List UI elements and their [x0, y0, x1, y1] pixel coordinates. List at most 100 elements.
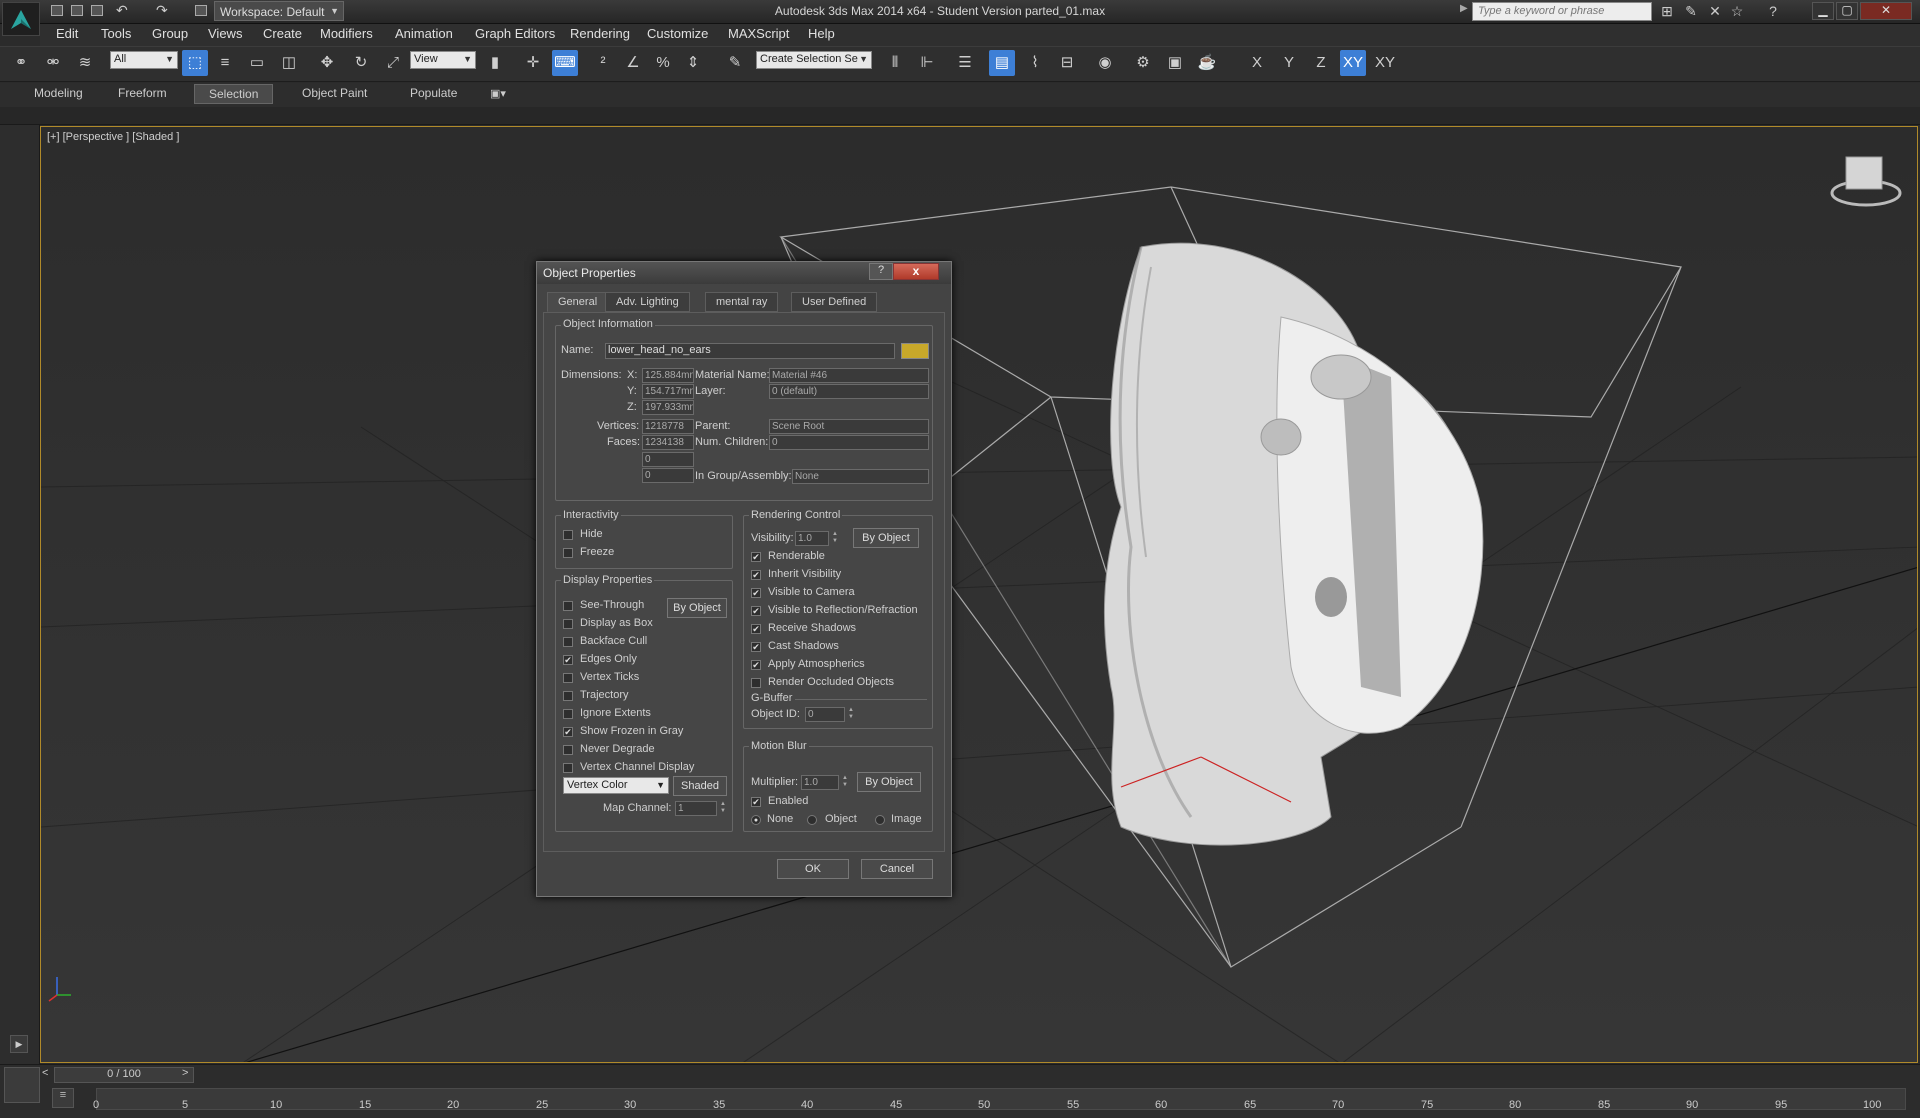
render-by-object-button[interactable]: By Object — [853, 528, 919, 548]
workspace-dropdown[interactable]: Workspace: Default ▼ — [214, 1, 344, 21]
curve-editor-icon[interactable]: ⌇ — [1022, 50, 1048, 76]
map-channel-spinner-icon[interactable]: ▲ ▼ — [719, 801, 727, 816]
pivot-center-icon[interactable]: ▮ — [482, 50, 508, 76]
hide-checkbox[interactable] — [563, 530, 573, 540]
visibility-spinner-icon[interactable]: ▲ ▼ — [831, 531, 839, 546]
keyboard-shortcut-override-icon[interactable]: ⌨ — [552, 50, 578, 76]
tab-adv-lighting[interactable]: Adv. Lighting — [605, 292, 690, 312]
menu-create[interactable]: Create — [263, 26, 302, 41]
scene-explorer-icon[interactable]: ▤ — [989, 50, 1015, 76]
menu-help[interactable]: Help — [808, 26, 835, 41]
name-field[interactable]: lower_head_no_ears — [605, 343, 895, 359]
track-bar[interactable]: 0 5 10 15 20 25 30 35 40 45 50 55 60 65 70 75 80 85 90 95 10… — [93, 1088, 1906, 1111]
cancel-button[interactable]: Cancel — [861, 859, 933, 879]
unlink-icon[interactable]: ⚮ — [40, 50, 66, 76]
search-input[interactable]: Type a keyword or phrase — [1472, 2, 1652, 21]
menu-customize[interactable]: Customize — [647, 26, 708, 41]
object-color-swatch[interactable] — [901, 343, 929, 359]
dialog-help-button[interactable]: ? — [869, 263, 893, 280]
named-selection-dropdown[interactable]: Create Selection Se ▼ — [756, 51, 872, 69]
collapse-arrow-icon[interactable]: ▶ — [1460, 3, 1468, 14]
project-folder-icon[interactable] — [192, 2, 210, 20]
tab-user-defined[interactable]: User Defined — [791, 292, 878, 312]
checkbox[interactable] — [563, 601, 573, 611]
motion-blur-enabled-checkbox[interactable]: ✔ — [751, 797, 761, 807]
close-window-button[interactable]: ✕ — [1860, 2, 1912, 20]
redo-icon[interactable]: ↷ — [156, 2, 174, 20]
app-logo-button[interactable] — [2, 2, 40, 36]
select-object-icon[interactable]: ⬚ — [182, 50, 208, 76]
freeze-checkbox[interactable] — [563, 548, 573, 558]
ribbon-options-icon[interactable]: ▣▾ — [490, 87, 506, 100]
multiplier-spinner-icon[interactable]: ▲ ▼ — [841, 775, 849, 790]
menu-edit[interactable]: Edit — [56, 26, 78, 41]
menu-graph-editors[interactable]: Graph Editors — [475, 26, 555, 41]
object-id-spinner-icon[interactable]: ▲ ▼ — [847, 707, 855, 722]
tab-populate[interactable]: Populate — [396, 84, 471, 104]
checkbox[interactable]: ✔ — [751, 552, 761, 562]
checkbox[interactable] — [563, 691, 573, 701]
scale-icon[interactable]: ⤢ — [380, 50, 406, 76]
motion-blur-by-object-button[interactable]: By Object — [857, 772, 921, 792]
menu-modifiers[interactable]: Modifiers — [320, 26, 373, 41]
prev-frame-icon[interactable]: < — [42, 1067, 48, 1079]
tab-mental-ray[interactable]: mental ray — [705, 292, 779, 312]
menu-views[interactable]: Views — [208, 26, 242, 41]
map-channel-field[interactable]: 1 — [675, 801, 717, 816]
mini-listener-icon[interactable] — [4, 1067, 40, 1103]
wrench-icon[interactable]: ✎ — [1682, 3, 1700, 21]
new-file-icon[interactable] — [48, 2, 66, 20]
checkbox[interactable] — [751, 678, 761, 688]
checkbox[interactable]: ✔ — [751, 588, 761, 598]
checkbox[interactable]: ✔ — [751, 606, 761, 616]
tab-selection[interactable]: Selection — [194, 84, 274, 104]
checkbox[interactable]: ✔ — [751, 642, 761, 652]
mirror-icon[interactable]: ⫴ — [882, 50, 908, 76]
select-manipulate-icon[interactable]: ✛ — [520, 50, 546, 76]
display-by-object-button[interactable]: By Object — [667, 598, 727, 618]
link-icon[interactable]: ⚭ — [8, 50, 34, 76]
axis-constraint-xy-button[interactable]: XY — [1372, 50, 1398, 76]
checkbox[interactable] — [563, 763, 573, 773]
checkbox[interactable]: ✔ — [751, 624, 761, 634]
time-slider[interactable]: 0 / 100 — [54, 1067, 194, 1083]
axis-xy-button[interactable]: XY — [1340, 50, 1366, 76]
ok-button[interactable]: OK — [777, 859, 849, 879]
angle-snap-icon[interactable]: ∠ — [620, 50, 646, 76]
move-icon[interactable]: ✥ — [314, 50, 340, 76]
undo-icon[interactable]: ↶ — [116, 2, 134, 20]
minimize-button[interactable]: ▁ — [1812, 2, 1834, 20]
open-file-icon[interactable] — [68, 2, 86, 20]
tab-freeform[interactable]: Freeform — [104, 84, 181, 104]
tab-object-paint[interactable]: Object Paint — [288, 84, 381, 104]
render-production-icon[interactable]: ☕ — [1194, 50, 1220, 76]
shaded-button[interactable]: Shaded — [673, 776, 727, 796]
axis-y-button[interactable]: Y — [1276, 50, 1302, 76]
menu-animation[interactable]: Animation — [395, 26, 453, 41]
checkbox[interactable]: ✔ — [751, 570, 761, 580]
maximize-button[interactable]: ▢ — [1836, 2, 1858, 20]
window-crossing-icon[interactable]: ◫ — [276, 50, 302, 76]
snaps-toggle-icon[interactable]: ² — [590, 50, 616, 76]
dialog-close-button[interactable]: x — [893, 263, 939, 280]
play-icon[interactable]: ▶ — [10, 1035, 28, 1053]
perspective-viewport[interactable]: [+] [Perspective ] [Shaded ] — [40, 126, 1918, 1063]
visibility-field[interactable]: 1.0 — [795, 531, 829, 546]
curve-editor-toggle-icon[interactable]: ≡ — [52, 1088, 74, 1108]
schematic-view-icon[interactable]: ⊟ — [1054, 50, 1080, 76]
tab-general[interactable]: General — [547, 292, 609, 312]
menu-rendering[interactable]: Rendering — [570, 26, 630, 41]
selection-filter-dropdown[interactable]: All ▼ — [110, 51, 178, 69]
checkbox[interactable] — [563, 673, 573, 683]
vertex-channel-dropdown[interactable]: Vertex Color ▼ — [563, 777, 669, 794]
favorites-star-icon[interactable]: ☆ — [1728, 3, 1746, 21]
viewport-label[interactable]: [+] [Perspective ] [Shaded ] — [47, 131, 179, 143]
align-icon[interactable]: ⊩ — [914, 50, 940, 76]
checkbox[interactable]: ✔ — [751, 660, 761, 670]
tab-modeling[interactable]: Modeling — [20, 84, 97, 104]
checkbox[interactable] — [563, 619, 573, 629]
checkbox[interactable]: ✔ — [563, 727, 573, 737]
radio-none[interactable]: ● — [751, 815, 761, 825]
percent-snap-icon[interactable]: % — [650, 50, 676, 76]
checkbox[interactable] — [563, 637, 573, 647]
